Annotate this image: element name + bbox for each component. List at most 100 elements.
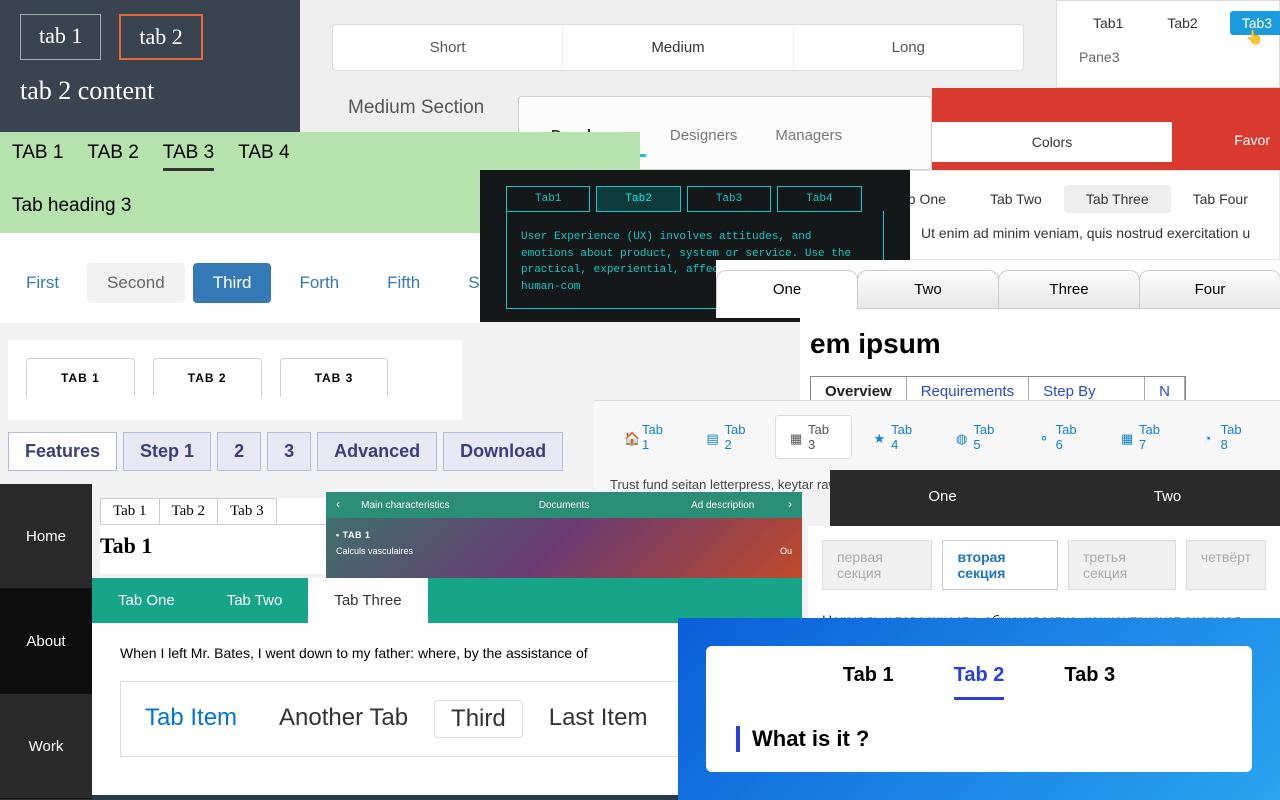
tab-m-3[interactable]: ▦Tab 3 xyxy=(775,415,852,459)
tab-c-1[interactable]: Tab1 xyxy=(1081,11,1135,35)
tab-section-2[interactable]: вторая секция xyxy=(942,540,1058,590)
tab-u-3[interactable]: Tab 3 xyxy=(1064,664,1115,700)
tab-last-item[interactable]: Last Item xyxy=(533,700,664,738)
tab-g-3[interactable]: Tab Three xyxy=(1064,185,1171,213)
tab-o-3[interactable]: Tab 3 xyxy=(217,498,277,524)
tab-f-4[interactable]: TAB 4 xyxy=(238,142,289,171)
tab-m-5[interactable]: ◍Tab 5 xyxy=(942,415,1017,459)
tab-main-characteristics[interactable]: Main characteristics xyxy=(326,500,485,511)
panel-tabone-four: Tab One Tab Two Tab Three Tab Four Ut en… xyxy=(870,170,1280,260)
tab-m-8[interactable]: ◔Tab 8 xyxy=(1190,415,1265,459)
tab-forth[interactable]: Forth xyxy=(279,263,359,303)
tab-medium[interactable]: Medium xyxy=(563,25,793,70)
panel-overview: em ipsum Overview Requirements Step By S… xyxy=(800,318,1280,400)
tab-step1[interactable]: Step 1 xyxy=(123,432,211,471)
tab-c-2[interactable]: Tab2 xyxy=(1155,11,1209,35)
globe-icon: ◍ xyxy=(956,431,967,443)
tab-features[interactable]: Features xyxy=(8,432,117,471)
share-icon: ⚬ xyxy=(1039,431,1050,443)
chevron-right-icon[interactable]: › xyxy=(782,497,798,511)
tab-g-content: Ut enim ad minim veniam, quis nostrud ex… xyxy=(871,225,1279,241)
data-row: Calculs vasculairesOu xyxy=(326,544,802,558)
tab-section-3[interactable]: третья секция xyxy=(1068,540,1176,590)
tab-i-1[interactable]: Tab1 xyxy=(506,186,590,212)
tab-k-2[interactable]: TAB 2 xyxy=(153,358,262,397)
tab-u-2[interactable]: Tab 2 xyxy=(954,664,1005,700)
sidebar-item-home[interactable]: Home xyxy=(0,484,92,589)
tab-second[interactable]: Second xyxy=(87,263,185,303)
tab-a-content: tab 2 content xyxy=(20,76,280,106)
tab-g-2[interactable]: Tab Two xyxy=(968,185,1064,213)
star-icon: ★ xyxy=(874,431,886,443)
tab-m-6[interactable]: ⚬Tab 6 xyxy=(1025,415,1100,459)
tab-colors[interactable]: Colors xyxy=(932,122,1172,162)
tab-m-2[interactable]: ▤Tab 2 xyxy=(693,415,768,459)
tab-favorites[interactable]: Favor xyxy=(1234,132,1270,148)
tab-k-1[interactable]: TAB 1 xyxy=(26,358,135,397)
tab-fifth[interactable]: Fifth xyxy=(367,263,440,303)
tab-t-three[interactable]: Tab Three xyxy=(308,578,427,623)
cursor-icon: 👆 xyxy=(1246,29,1263,46)
home-icon: 🏠 xyxy=(624,431,636,443)
tab-ad-description[interactable]: Ad description xyxy=(643,500,802,511)
tab-section-1[interactable]: первая секция xyxy=(822,540,932,590)
tab-f-3[interactable]: TAB 3 xyxy=(163,142,214,171)
panel-uppercase-boxed: TAB 1 TAB 2 TAB 3 xyxy=(8,340,462,420)
tab-o-heading: Tab 1 xyxy=(100,533,326,559)
tab-i-4[interactable]: Tab4 xyxy=(777,186,861,212)
tab-section-4[interactable]: четвёрт xyxy=(1186,540,1266,590)
calendar-icon: ▦ xyxy=(790,431,802,443)
tab-r-one[interactable]: One xyxy=(830,470,1055,526)
tab-m-1[interactable]: 🏠Tab 1 xyxy=(610,415,685,459)
tab-managers[interactable]: Managers xyxy=(761,117,856,157)
tab-step3[interactable]: 3 xyxy=(267,432,311,471)
tab-m-4[interactable]: ★Tab 4 xyxy=(860,415,935,459)
subheading: • TAB 1 xyxy=(326,518,802,544)
tab-download[interactable]: Download xyxy=(443,432,563,471)
tab-a-2[interactable]: tab 2 xyxy=(119,14,202,60)
tab-third[interactable]: Third xyxy=(193,263,272,303)
sidebar-item-about[interactable]: About xyxy=(0,589,92,694)
tab-designers[interactable]: Designers xyxy=(656,117,752,157)
tab-documents[interactable]: Documents xyxy=(485,500,644,511)
grid-icon: ▦ xyxy=(1121,431,1133,443)
panel-features-steps: Features Step 1 2 3 Advanced Download xyxy=(8,432,578,484)
panel-dark-outlined-tabs: tab 1 tab 2 tab 2 content xyxy=(0,0,300,132)
tab-advanced[interactable]: Advanced xyxy=(317,432,437,471)
sidebar-item-work[interactable]: Work xyxy=(0,694,92,799)
tab-r-two[interactable]: Two xyxy=(1055,470,1280,526)
tab-long[interactable]: Long xyxy=(794,25,1023,70)
tab-item[interactable]: Tab Item xyxy=(129,700,253,738)
tab-step2[interactable]: 2 xyxy=(217,432,261,471)
file-icon: ▤ xyxy=(707,431,719,443)
tab-third-inner[interactable]: Third xyxy=(434,700,523,738)
tab-short[interactable]: Short xyxy=(333,25,563,70)
tab-j-two[interactable]: Two xyxy=(857,270,999,309)
panel-first-sixth: First Second Third Forth Fifth Sixth xyxy=(0,233,480,323)
panel-russian: первая секция вторая секция третья секци… xyxy=(808,526,1280,618)
tab-j-four[interactable]: Four xyxy=(1139,270,1280,309)
tab-i-3[interactable]: Tab3 xyxy=(687,186,771,212)
panel-folder-tabs: One Two Three Four xyxy=(716,260,1280,318)
tab-first[interactable]: First xyxy=(6,263,79,303)
tab-g-4[interactable]: Tab Four xyxy=(1171,185,1270,213)
tab-o-1[interactable]: Tab 1 xyxy=(100,498,160,524)
tab-j-three[interactable]: Three xyxy=(998,270,1140,309)
chevron-left-icon[interactable]: ‹ xyxy=(330,497,346,511)
tab-f-1[interactable]: TAB 1 xyxy=(12,142,63,171)
tab-o-2[interactable]: Tab 2 xyxy=(159,498,219,524)
tab-m-7[interactable]: ▦Tab 7 xyxy=(1107,415,1182,459)
tab-f-2[interactable]: TAB 2 xyxy=(87,142,138,171)
tab-another[interactable]: Another Tab xyxy=(263,700,424,738)
tab-u-1[interactable]: Tab 1 xyxy=(843,664,894,700)
panel-blue-gradient: Tab 1 Tab 2 Tab 3 What is it ? xyxy=(678,618,1280,800)
tab-k-3[interactable]: TAB 3 xyxy=(280,358,389,397)
panel-colors-red: Colors Favor xyxy=(932,88,1280,170)
tab-a-1[interactable]: tab 1 xyxy=(20,14,101,60)
tab-i-2[interactable]: Tab2 xyxy=(596,186,680,212)
tab-t-one[interactable]: Tab One xyxy=(92,578,201,623)
page-title-fragment: em ipsum xyxy=(810,328,1280,360)
tab-t-two[interactable]: Tab Two xyxy=(201,578,309,623)
tab-j-one[interactable]: One xyxy=(716,270,858,309)
body-text: When I left Mr. Bates, I went down to my… xyxy=(120,645,774,661)
